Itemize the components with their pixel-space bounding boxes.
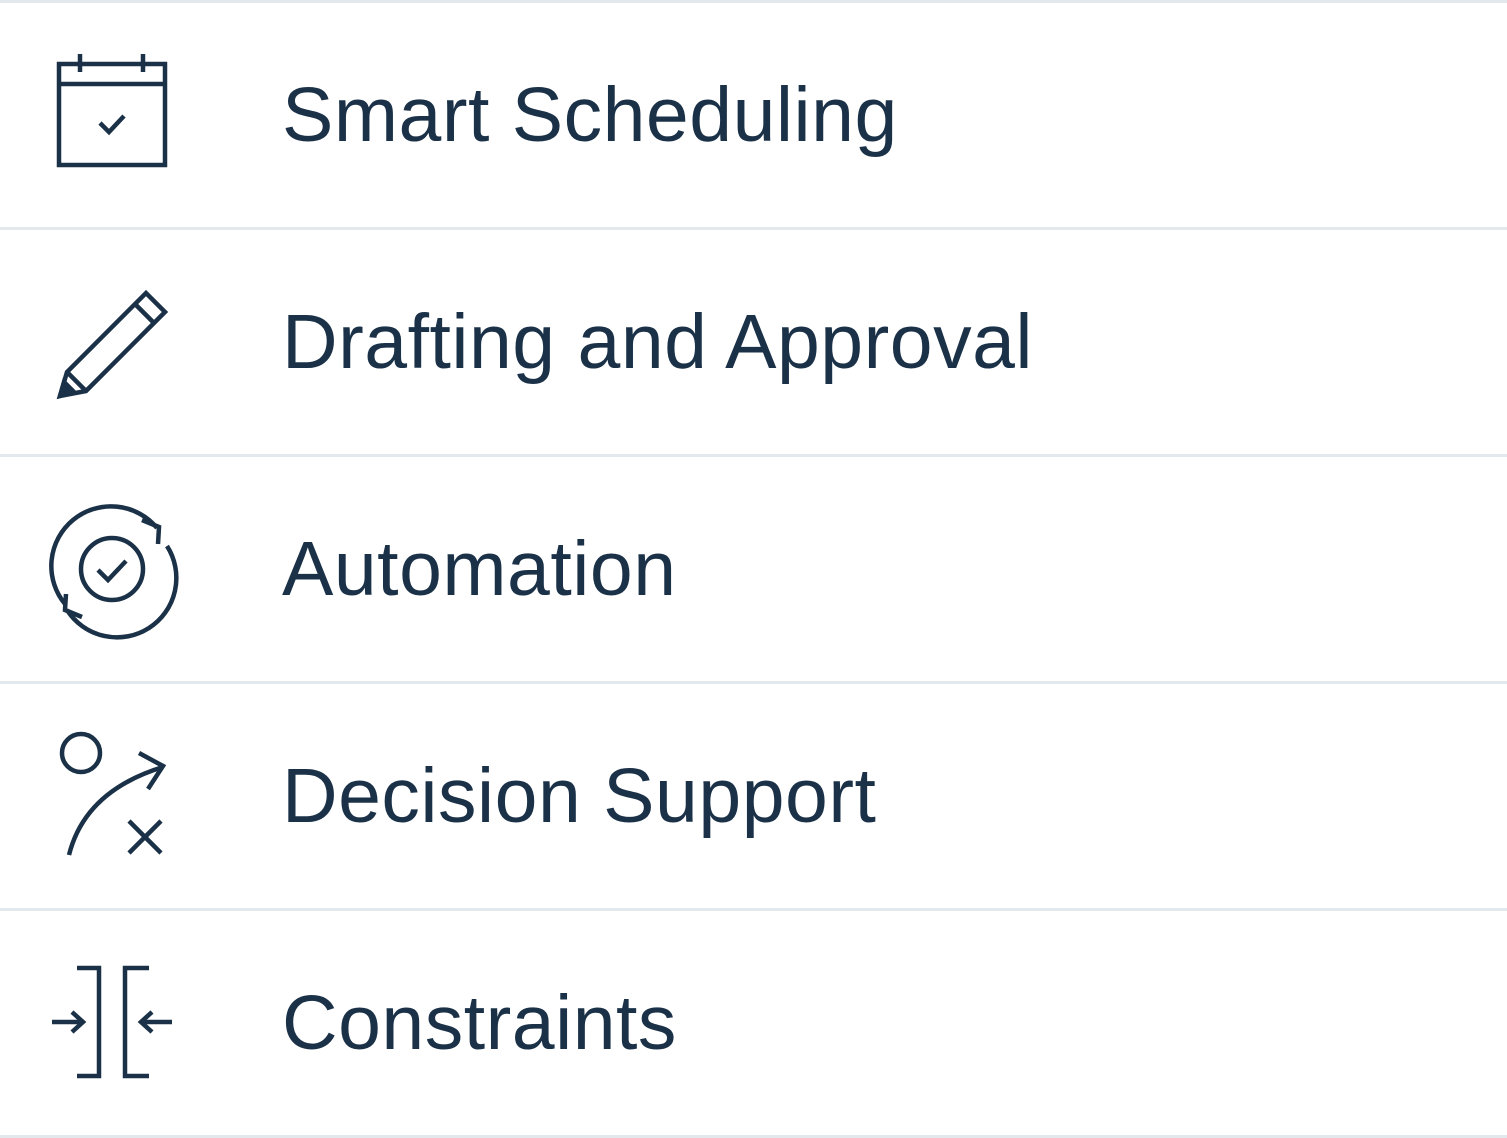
feature-label: Smart Scheduling (282, 71, 898, 158)
feature-label: Constraints (282, 979, 677, 1066)
feature-item-decision-support[interactable]: Decision Support (0, 684, 1507, 911)
feature-item-drafting-and-approval[interactable]: Drafting and Approval (0, 230, 1507, 457)
feature-item-automation[interactable]: Automation (0, 457, 1507, 684)
arrows-to-bracket-icon (47, 958, 177, 1088)
strategy-play-icon (47, 731, 177, 861)
feature-list: Smart Scheduling Drafting and Approval A… (0, 0, 1507, 1138)
feature-label: Decision Support (282, 752, 877, 839)
feature-item-smart-scheduling[interactable]: Smart Scheduling (0, 3, 1507, 230)
calendar-check-icon (47, 50, 177, 180)
feature-label: Drafting and Approval (282, 298, 1034, 385)
feature-label: Automation (282, 525, 677, 612)
pencil-icon (47, 277, 177, 407)
refresh-check-icon (47, 504, 179, 640)
feature-item-constraints[interactable]: Constraints (0, 911, 1507, 1138)
